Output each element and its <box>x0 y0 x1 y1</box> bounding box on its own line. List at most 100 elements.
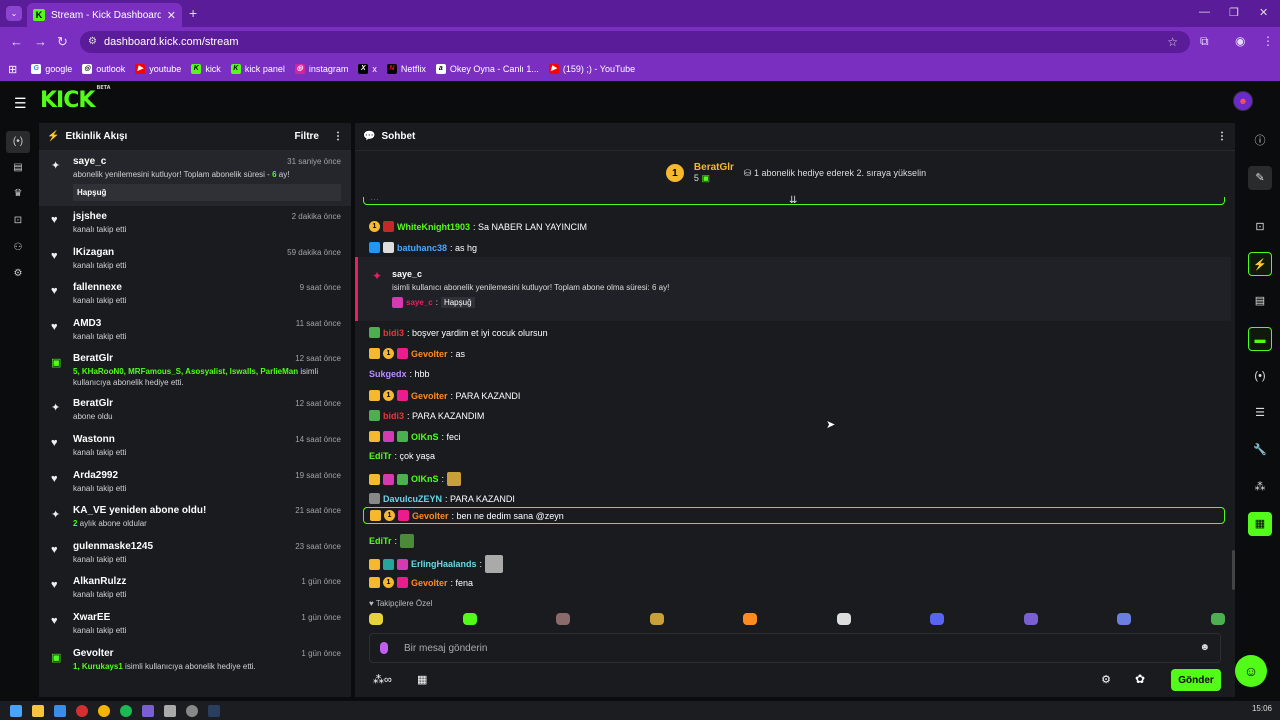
clapper-icon[interactable]: ▦ <box>1248 512 1272 536</box>
bookmark-star-icon[interactable]: ☆ <box>1167 35 1178 49</box>
capture-icon[interactable]: ⊡ <box>1248 215 1272 239</box>
chat-input[interactable]: Bir mesaj gönderin ☻ <box>369 633 1221 663</box>
kick-logo[interactable]: KICKBETA <box>40 85 111 113</box>
site-info-icon[interactable]: ⚙ <box>88 36 97 47</box>
forward-icon[interactable]: → <box>34 34 47 49</box>
app-icon[interactable] <box>208 704 220 717</box>
chat-message[interactable]: 1 Gevolter: PARA KAZANDI <box>369 390 520 401</box>
bookmark-outlook[interactable]: ◎ outlook <box>82 64 125 74</box>
close-tab-icon[interactable]: ✕ <box>167 9 176 22</box>
event-item[interactable]: ♥ gulenmaske1245 kanalı takip etti 23 saat … <box>39 536 351 572</box>
apps-icon[interactable]: ⊞ <box>8 63 17 76</box>
user-avatar[interactable]: ☻ <box>1233 91 1253 111</box>
leader-name[interactable]: BeratGlr <box>694 162 734 173</box>
event-item[interactable]: ♥ Wastonn kanalı takip etti 14 saat önce <box>39 429 351 465</box>
opera-icon[interactable] <box>76 704 88 717</box>
chat-scrollbar[interactable] <box>1232 550 1235 590</box>
capture-icon[interactable]: ⊡ <box>11 215 25 229</box>
chat-message[interactable]: bidi3: boşver yardim et iyi cocuk olursu… <box>369 327 548 338</box>
emote[interactable] <box>1210 613 1225 625</box>
activity-bolt-icon[interactable]: ⚡ <box>1248 252 1272 276</box>
edit-icon[interactable]: ✎ <box>1248 166 1272 190</box>
extensions-icon[interactable]: ⁂ <box>1248 475 1272 499</box>
reload-icon[interactable]: ↻ <box>57 34 68 50</box>
close-window-icon[interactable]: ✕ <box>1259 6 1268 19</box>
emote[interactable] <box>1117 613 1132 625</box>
stream-icon[interactable]: (•) <box>6 131 30 153</box>
chat-message[interactable]: bidi3: PARA KAZANDIM <box>369 410 484 421</box>
info-icon[interactable]: ⓘ <box>1248 129 1272 153</box>
chat-message[interactable]: OlKnS: feci <box>369 431 461 442</box>
event-item[interactable]: ✦ KA_VE yeniden abone oldu! 2 aylık abone … <box>39 500 351 536</box>
filter-button[interactable]: Filtre <box>295 131 319 142</box>
bookmark-kick[interactable]: Kkick <box>191 64 221 74</box>
browser-tab[interactable]: K Stream - Kick Dashboard ✕ <box>27 3 182 27</box>
chat-settings-icon[interactable]: ⚙ <box>1101 673 1111 686</box>
emote[interactable] <box>649 613 664 625</box>
emote[interactable] <box>462 613 477 625</box>
restore-icon[interactable]: ❐ <box>1229 6 1239 19</box>
bookmark-kick-panel[interactable]: Kkick panel <box>230 64 285 74</box>
spotify-icon[interactable] <box>120 704 132 717</box>
document-icon[interactable]: ▤ <box>1248 289 1272 313</box>
dashboard-icon[interactable]: ▤ <box>11 162 25 176</box>
bookmark-instagram[interactable]: ◎ instagram <box>294 64 348 74</box>
tab-search-icon[interactable]: ⌄ <box>6 6 22 21</box>
send-button[interactable]: Gönder <box>1171 669 1221 691</box>
chat-message[interactable]: Sukgedx: hbb <box>369 369 430 379</box>
chat-message[interactable]: OlKnS: <box>369 472 462 486</box>
chat-message[interactable]: DavulcuZEYN: PARA KAZANDI <box>369 493 515 504</box>
chat-message[interactable]: … <box>363 197 1225 205</box>
emote[interactable] <box>836 613 851 625</box>
server-icon[interactable]: ☰ <box>1248 401 1272 425</box>
event-item[interactable]: ♥ fallennexe kanalı takip etti 9 saat önce <box>39 277 351 313</box>
broadcast-icon[interactable]: (•) <box>1248 364 1272 388</box>
bookmark-x[interactable]: Xx <box>358 64 377 74</box>
event-item[interactable]: ✦ saye_c abonelik yenilemesini kutluyor!… <box>39 151 351 206</box>
back-icon[interactable]: ← <box>10 34 23 49</box>
trophy-icon[interactable]: ♛ <box>11 188 25 202</box>
extensions-icon[interactable]: ⧉ <box>1200 34 1209 49</box>
profile-icon[interactable]: ◉ <box>1235 34 1245 48</box>
emote-picker-icon[interactable]: ✿ <box>1135 672 1145 686</box>
minimize-icon[interactable]: — <box>1199 6 1210 18</box>
emote[interactable] <box>743 613 758 625</box>
chat-message[interactable]: 1 Gevolter: as <box>369 348 465 359</box>
chat-message[interactable]: ErlingHaalands: <box>369 555 504 573</box>
app-icon[interactable] <box>142 704 154 717</box>
chat-message[interactable]: 1 WhiteKnight1903: Sa NABER LAN YAYINCIM <box>369 221 587 232</box>
points-icon[interactable]: ⁂∞ <box>373 673 392 686</box>
chat-message[interactable]: EdiTr: çok yaşa <box>369 451 435 461</box>
emote[interactable] <box>556 613 571 625</box>
emote[interactable] <box>1023 613 1038 625</box>
event-item[interactable]: ♥ lKizagan kanalı takip etti 59 dakika önce <box>39 242 351 278</box>
url-bar[interactable]: ⚙ dashboard.kick.com/stream ☆ <box>80 31 1190 53</box>
wrench-icon[interactable]: 🔧 <box>1248 438 1272 462</box>
event-item[interactable]: ♥ Arda2992 kanalı takip etti 19 saat önce <box>39 465 351 501</box>
chat-options-icon[interactable]: ⋮ <box>1217 131 1227 142</box>
bookmark-youtube-159[interactable]: ▶ (159) ;) - YouTube <box>548 64 635 74</box>
event-item[interactable]: ♥ XwarEE kanalı takip etti 1 gün önce <box>39 607 351 643</box>
event-item[interactable]: ♥ AMD3 kanalı takip etti 11 saat önce <box>39 313 351 349</box>
more-options-icon[interactable]: ⋮ <box>333 131 343 142</box>
chat-toggle-icon[interactable]: ▬ <box>1248 327 1272 351</box>
event-item[interactable]: ♥ jsjshee kanalı takip etti 2 dakika önce <box>39 206 351 242</box>
app-icon[interactable] <box>186 704 198 717</box>
start-icon[interactable] <box>10 704 22 717</box>
event-item[interactable]: ▣ BeratGlr 5, KHaRooN0, MRFamous_S, Asosya… <box>39 348 351 393</box>
new-tab-button[interactable]: + <box>189 5 197 21</box>
bookmark-netflix[interactable]: N Netflix <box>386 64 426 74</box>
sub-card-user[interactable]: saye_c <box>392 269 422 279</box>
chat-message[interactable]: 1 Gevolter: fena <box>369 577 473 588</box>
settings-icon[interactable]: ⚙ <box>11 268 25 282</box>
steam-icon[interactable] <box>54 704 66 717</box>
community-icon[interactable]: ⚇ <box>11 242 25 256</box>
support-chat-button[interactable]: ☺ <box>1235 655 1267 687</box>
app-icon[interactable] <box>164 704 176 717</box>
chat-message[interactable]: EdiTr: <box>369 534 415 548</box>
microphone-icon[interactable] <box>380 642 388 654</box>
bookmark-okey[interactable]: a Okey Oyna - Canlı 1... <box>435 64 539 74</box>
hamburger-menu-icon[interactable]: ☰ <box>14 95 27 112</box>
chrome-icon[interactable] <box>98 704 110 717</box>
bookmark-youtube[interactable]: ▶ youtube <box>135 64 181 74</box>
